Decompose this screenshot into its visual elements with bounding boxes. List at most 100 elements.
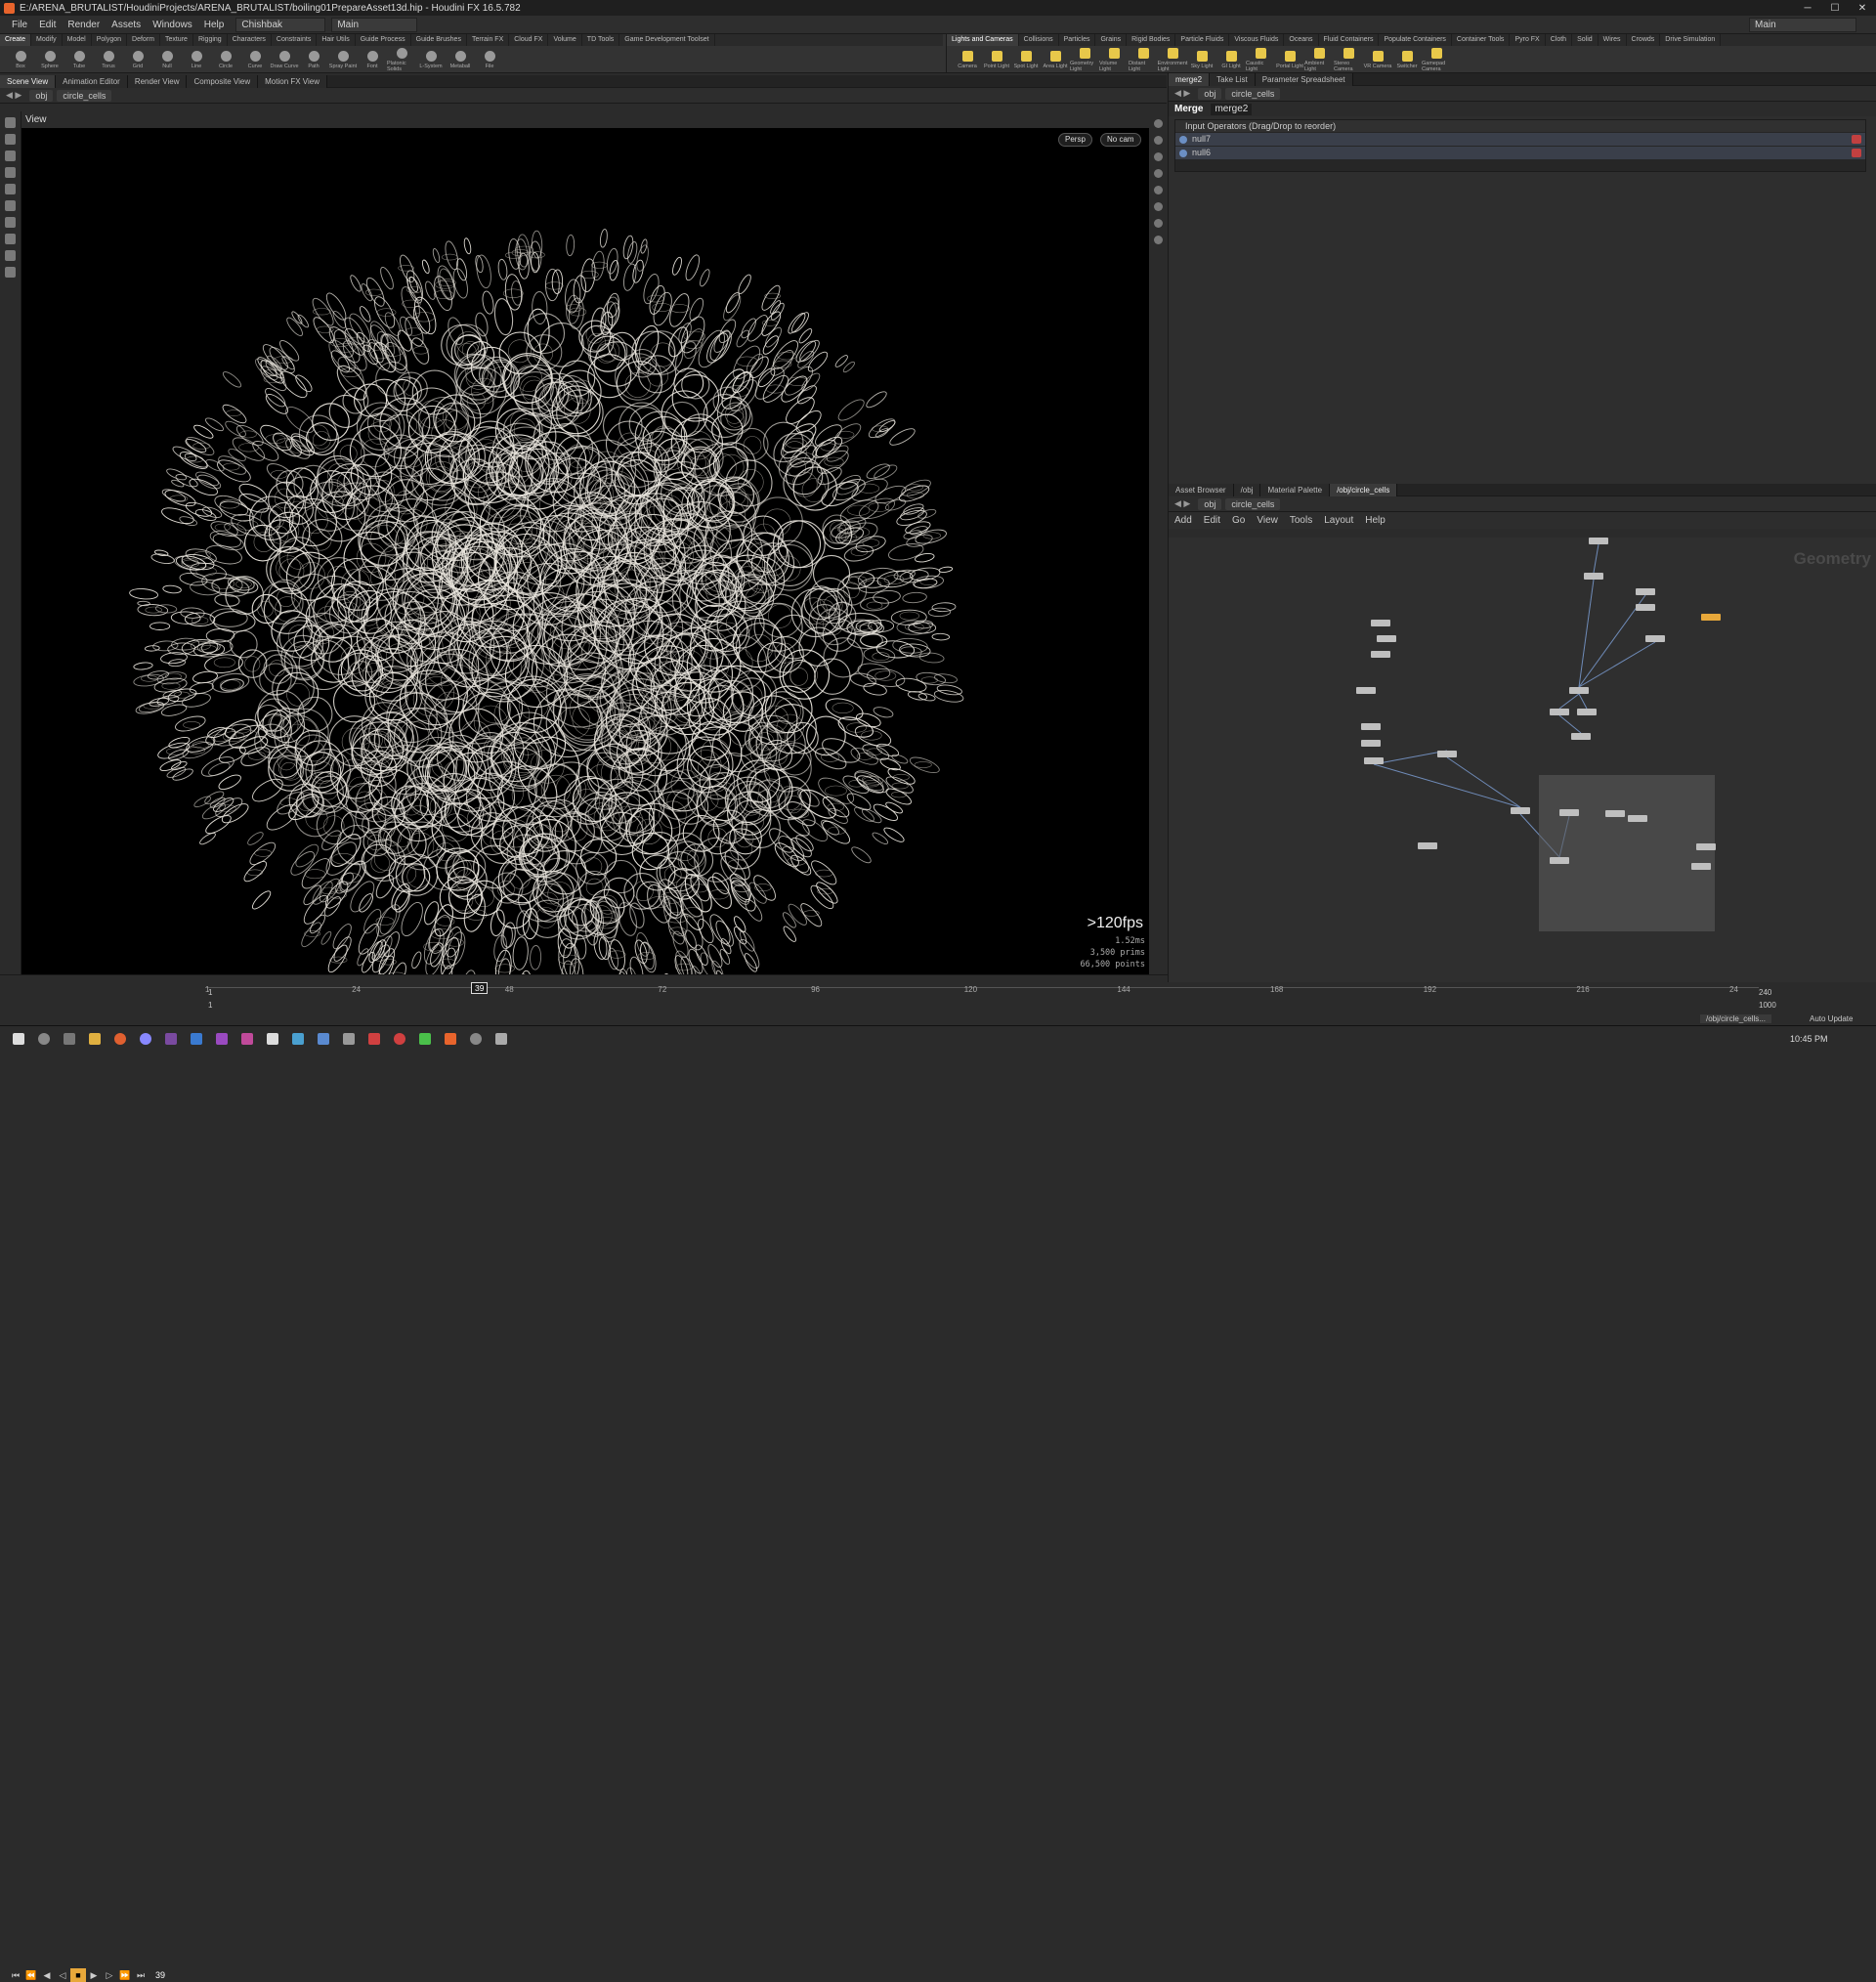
step-back-icon[interactable]: ◀ [39, 1968, 55, 1982]
select-icon[interactable] [5, 117, 16, 128]
tab-motion-fx-view[interactable]: Motion FX View [258, 74, 327, 88]
shelf-tool-spray-paint[interactable]: Spray Paint [328, 50, 358, 69]
timeline-ruler[interactable]: 1 24 48 72 96 120 144 168 192 216 24 [205, 985, 1759, 1011]
shelf-tab[interactable]: Volume [548, 34, 582, 46]
shelf-tab[interactable]: Oceans [1284, 34, 1319, 46]
shelf-tool-ambient-light[interactable]: Ambient Light [1304, 47, 1334, 72]
shelf-tool-metaball[interactable]: Metaball [446, 50, 475, 69]
move-icon[interactable] [5, 134, 16, 145]
shelf-tab[interactable]: Characters [228, 34, 272, 46]
path-node[interactable]: circle_cells [57, 89, 112, 102]
app-icon[interactable] [394, 1033, 405, 1045]
shelf-tab[interactable]: TD Tools [582, 34, 620, 46]
next-key-icon[interactable]: ⏩ [117, 1968, 133, 1982]
close-icon[interactable]: ✕ [1849, 3, 1876, 14]
end-frame-global[interactable]: 1000 [1759, 1001, 1776, 1010]
net-menu-help[interactable]: Help [1365, 515, 1386, 526]
network-node[interactable] [1645, 635, 1665, 642]
search-icon[interactable] [38, 1033, 50, 1045]
windows-start-icon[interactable] [13, 1033, 24, 1045]
shelf-tab[interactable]: Collisions [1019, 34, 1059, 46]
network-node[interactable] [1550, 857, 1569, 864]
stop-icon[interactable]: ■ [70, 1968, 86, 1982]
houdini-taskbar-icon[interactable] [445, 1033, 456, 1045]
network-node[interactable] [1605, 810, 1625, 817]
shelf-tab[interactable]: Populate Containers [1379, 34, 1452, 46]
group-icon[interactable] [5, 267, 16, 278]
shelf-tab[interactable]: Pyro FX [1510, 34, 1546, 46]
after-effects-icon[interactable] [165, 1033, 177, 1045]
desktop-combo[interactable]: Chishbak [235, 17, 326, 32]
end-frame[interactable]: 240 [1759, 988, 1771, 997]
shelf-tab[interactable]: Drive Simulation [1660, 34, 1722, 46]
shelf-tool-gamepad-camera[interactable]: Gamepad Camera [1422, 47, 1451, 72]
snap-icon[interactable] [5, 234, 16, 244]
network-node[interactable] [1377, 635, 1396, 642]
shelf-tab[interactable]: Fluid Containers [1319, 34, 1380, 46]
network-box[interactable] [1539, 775, 1715, 931]
net-menu-go[interactable]: Go [1232, 515, 1245, 526]
shelf-tool-caustic-light[interactable]: Caustic Light [1246, 47, 1275, 72]
network-node[interactable] [1691, 863, 1711, 870]
network-node[interactable] [1589, 538, 1608, 544]
step-forward-icon[interactable]: ▷ [102, 1968, 117, 1982]
shelf-tab[interactable]: Guide Brushes [411, 34, 467, 46]
persp-button[interactable]: Persp [1058, 133, 1092, 147]
network-node[interactable] [1511, 807, 1530, 814]
app-icon[interactable] [470, 1033, 482, 1045]
app-icon[interactable] [343, 1033, 355, 1045]
shelf-tab[interactable]: Modify [31, 34, 63, 46]
net-nav-icon[interactable]: ◀ ▶ [1174, 498, 1190, 509]
shelf-tab[interactable]: Wires [1599, 34, 1627, 46]
shelf-tab[interactable]: Container Tools [1452, 34, 1511, 46]
shelf-tab[interactable]: Hair Utils [317, 34, 356, 46]
app-icon[interactable] [368, 1033, 380, 1045]
net-menu-layout[interactable]: Layout [1324, 515, 1353, 526]
shelf-tab[interactable]: Game Development Toolset [619, 34, 715, 46]
path-root[interactable]: obj [29, 89, 54, 102]
shelf-tool-distant-light[interactable]: Distant Light [1129, 47, 1158, 72]
tab-obj-circle-cells[interactable]: /obj/circle_cells [1330, 483, 1398, 496]
network-node[interactable] [1371, 651, 1390, 658]
net-menu-edit[interactable]: Edit [1204, 515, 1220, 526]
network-node[interactable] [1696, 843, 1716, 850]
network-node[interactable] [1371, 620, 1390, 626]
net-path-node[interactable]: circle_cells [1225, 497, 1281, 510]
view-icon[interactable] [5, 217, 16, 228]
network-node[interactable] [1701, 614, 1721, 621]
menu-help[interactable]: Help [198, 20, 231, 30]
shelf-tool-file[interactable]: File [475, 50, 504, 69]
net-menu-view[interactable]: View [1257, 515, 1278, 526]
network-node[interactable] [1361, 740, 1381, 747]
normals-icon[interactable] [1153, 202, 1163, 211]
shelf-tab[interactable]: Grains [1095, 34, 1128, 46]
shelf-tab[interactable]: Rigid Bodies [1127, 34, 1176, 46]
menu-edit[interactable]: Edit [33, 20, 62, 30]
shelf-tool-area-light[interactable]: Area Light [1041, 50, 1070, 69]
tab-asset-browser[interactable]: Asset Browser [1169, 483, 1234, 496]
shelf-tool-portal-light[interactable]: Portal Light [1275, 50, 1304, 69]
app-icon[interactable] [495, 1033, 507, 1045]
shelf-tool-tube[interactable]: Tube [64, 50, 94, 69]
network-node[interactable] [1418, 842, 1437, 849]
app-icon[interactable] [292, 1033, 304, 1045]
wire-icon[interactable] [1153, 219, 1163, 228]
tab-material-palette[interactable]: Material Palette [1260, 483, 1331, 496]
current-frame-marker[interactable]: 39 [471, 982, 489, 994]
shelf-tool-circle[interactable]: Circle [211, 50, 240, 69]
shelf-tool-line[interactable]: Line [182, 50, 211, 69]
app-icon[interactable] [267, 1033, 278, 1045]
shelf-tab[interactable]: Model [63, 34, 92, 46]
photoshop-icon[interactable] [191, 1033, 202, 1045]
display-icon[interactable] [1153, 119, 1163, 128]
network-node[interactable] [1356, 687, 1376, 694]
network-node[interactable] [1550, 709, 1569, 715]
task-view-icon[interactable] [64, 1033, 75, 1045]
firefox-icon[interactable] [114, 1033, 126, 1045]
status-path[interactable]: /obj/circle_cells... [1700, 1014, 1771, 1023]
play-icon[interactable]: ▶ [86, 1968, 102, 1982]
app-icon[interactable] [419, 1033, 431, 1045]
shelf-tool-curve[interactable]: Curve [240, 50, 270, 69]
lock-icon[interactable] [1153, 152, 1163, 161]
menu-assets[interactable]: Assets [106, 20, 147, 30]
